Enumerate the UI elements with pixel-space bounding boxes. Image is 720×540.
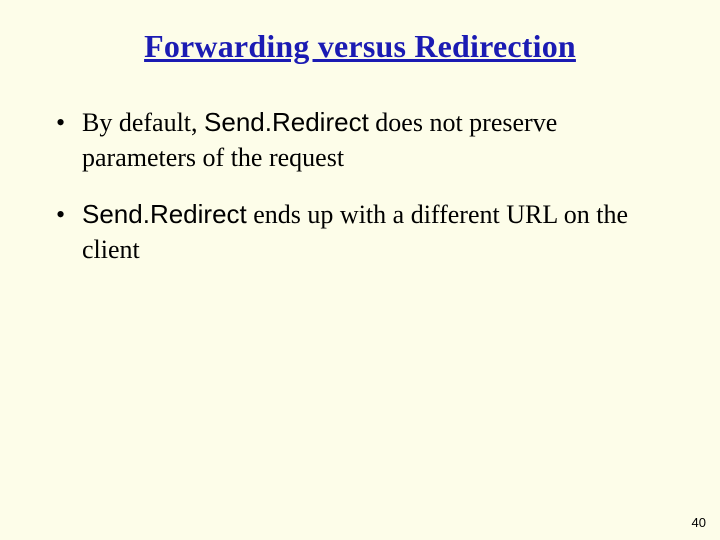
bullet-code: Send.Redirect [82,199,247,229]
bullet-code: Send.Redirect [204,107,369,137]
slide-title: Forwarding versus Redirection [50,28,670,65]
bullet-list: By default, Send.Redirect does not prese… [50,105,670,267]
bullet-text-prefix: By default, [82,108,204,137]
list-item: By default, Send.Redirect does not prese… [50,105,670,175]
slide: Forwarding versus Redirection By default… [0,0,720,540]
list-item: Send.Redirect ends up with a different U… [50,197,670,267]
page-number: 40 [692,515,706,530]
